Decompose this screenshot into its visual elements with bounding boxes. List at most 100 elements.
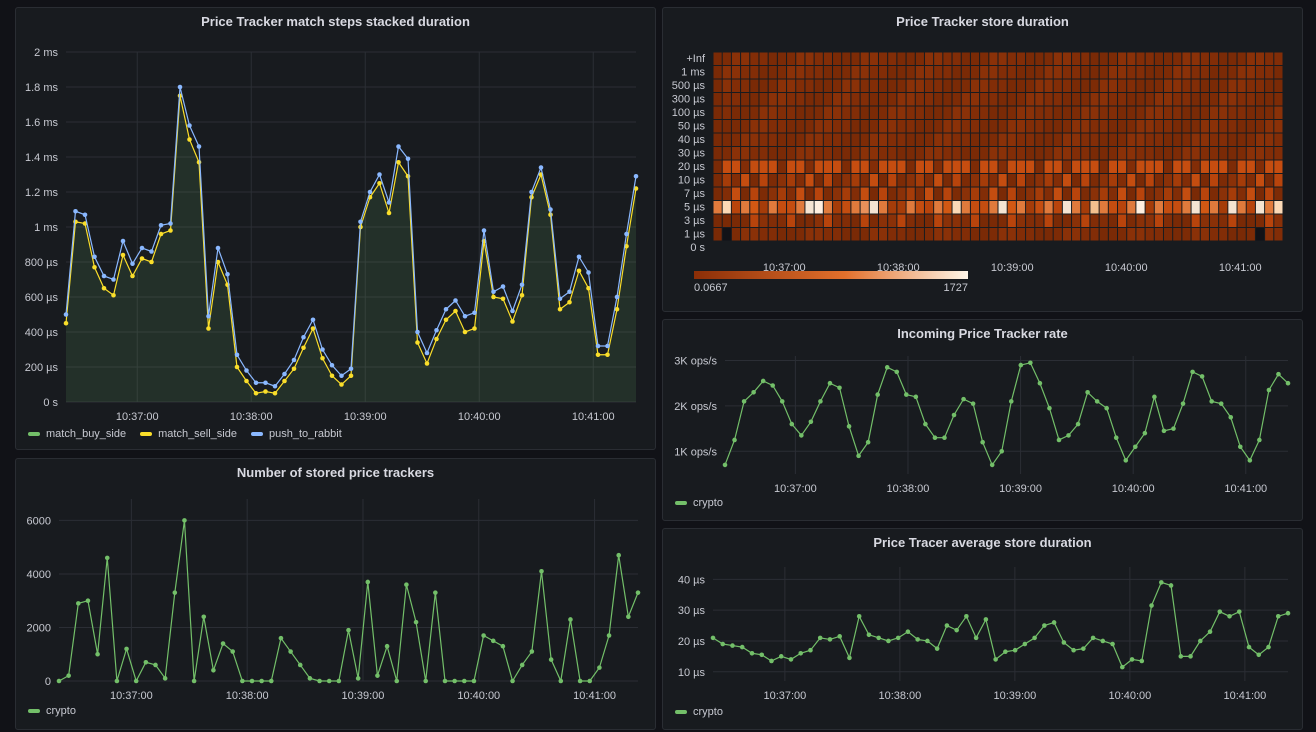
heatmap-cell	[989, 93, 998, 106]
heatmap-cell	[1145, 52, 1154, 65]
heatmap-cell	[915, 187, 924, 200]
heatmap-cell	[1145, 201, 1154, 214]
push-to-rabbit-point	[519, 282, 525, 288]
push-to-rabbit-point	[500, 284, 506, 289]
legend-item-crypto[interactable]: crypto	[28, 705, 76, 717]
legend-item-match-buy-side[interactable]: match_buy_side	[28, 428, 126, 440]
heatmap-cell	[777, 214, 787, 227]
legend-item-crypto[interactable]: crypto	[675, 497, 723, 509]
heatmap-cell	[1026, 106, 1035, 119]
heatmap-cell	[1090, 160, 1099, 173]
heatmap-cell	[722, 52, 731, 65]
heatmap-cell	[915, 79, 924, 92]
heatmap-bucket-label: 7 µs	[684, 188, 706, 200]
heatmap-cell	[1255, 214, 1265, 227]
match-sell-side-point	[253, 390, 259, 396]
heatmap-cell	[1200, 147, 1209, 160]
heatmap-cell	[1099, 214, 1108, 227]
crypto-point	[856, 613, 862, 619]
match-sell-side-point	[386, 210, 392, 216]
heatmap-cell	[1035, 147, 1044, 160]
crypto-point	[1207, 629, 1213, 635]
heatmap-cell	[869, 106, 878, 119]
heatmap-cell	[952, 147, 961, 160]
heatmap-bucket-label: 300 µs	[672, 94, 706, 106]
heatmap-cell	[1154, 93, 1163, 106]
heatmap-cell	[1053, 79, 1062, 92]
legend-item-crypto[interactable]: crypto	[675, 706, 723, 718]
crypto-point	[133, 678, 139, 684]
heatmap-cell	[1200, 66, 1209, 79]
heatmap-cell	[1062, 214, 1072, 227]
crypto-point	[993, 657, 998, 662]
match-steps-chart: 0 s 200 µs 400 µs 600 µs 800 µs 1 ms 1.2 ms 1.4…	[25, 47, 639, 423]
legend-item-match-sell-side[interactable]: match_sell_side	[140, 428, 237, 440]
push-to-rabbit-point	[567, 289, 572, 295]
heatmap-cell	[1127, 214, 1136, 227]
heatmap-cell	[833, 133, 842, 146]
heatmap-cell	[1090, 147, 1099, 160]
crypto-point	[789, 421, 795, 427]
heatmap-cell	[759, 52, 768, 65]
legend-item-push-to-rabbit[interactable]: push_to_rabbit	[250, 428, 342, 440]
heatmap-cell	[1099, 187, 1108, 200]
push-to-rabbit-point	[120, 238, 126, 244]
heatmap-cell	[823, 174, 833, 187]
heatmap-cell	[998, 160, 1007, 173]
heatmap-cell	[814, 93, 823, 106]
heatmap-cell	[842, 214, 851, 227]
crypto-point	[1129, 657, 1135, 662]
panel-stored-price-trackers[interactable]: Number of stored price trackers 0 2000 400…	[15, 458, 656, 730]
heatmap-cell	[934, 160, 943, 173]
y-tick-label: 200 µs	[25, 362, 59, 374]
match-sell-side-point	[310, 326, 316, 331]
heatmap-cell	[796, 133, 805, 146]
heatmap-cell	[1182, 174, 1191, 187]
crypto-point	[964, 613, 969, 619]
heatmap-cell	[722, 201, 731, 214]
match-sell-side-point	[272, 390, 278, 396]
match-sell-side-point	[101, 285, 107, 291]
heatmap-cell	[924, 147, 934, 160]
crypto-point	[1190, 369, 1195, 375]
panel-store-duration-heatmap[interactable]: Price Tracker store duration +Inf 1 ms 500…	[662, 7, 1303, 312]
heatmap-cell	[915, 120, 924, 133]
heatmap-cell	[970, 160, 980, 173]
heatmap-cell	[1265, 52, 1274, 65]
heatmap-cell	[934, 79, 943, 92]
heatmap-cell	[961, 120, 970, 133]
heatmap-cell	[998, 214, 1007, 227]
heatmap-cell	[989, 201, 998, 214]
heatmap-cell	[1081, 228, 1090, 241]
panel-average-store-duration[interactable]: Price Tracer average store duration 10 µ…	[662, 528, 1303, 730]
panel-match-steps[interactable]: Price Tracker match steps stacked durati…	[15, 7, 656, 450]
heatmap-cell	[833, 93, 842, 106]
heatmap-cell	[906, 201, 915, 214]
crypto-point	[1171, 426, 1176, 431]
heatmap-cell	[1099, 160, 1108, 173]
heatmap-cell	[787, 120, 796, 133]
legend: crypto	[675, 497, 723, 509]
crypto-point	[1285, 380, 1291, 386]
heatmap-cell	[860, 120, 869, 133]
panel-incoming-rate[interactable]: Incoming Price Tracker rate 1K ops/s 2K o…	[662, 319, 1303, 521]
heatmap-cell	[1274, 66, 1283, 79]
crypto-point	[143, 659, 149, 665]
heatmap-cell	[851, 120, 860, 133]
heatmap-cell	[878, 93, 888, 106]
crypto-point	[1276, 371, 1281, 377]
heatmap-cell	[1255, 66, 1265, 79]
heatmap-cell	[998, 187, 1007, 200]
heatmap-cell	[750, 201, 759, 214]
legend: crypto	[675, 706, 723, 718]
heatmap-cell	[1072, 93, 1081, 106]
heatmap-cell	[1053, 174, 1062, 187]
heatmap-cell	[796, 120, 805, 133]
legend-label: match_sell_side	[158, 428, 237, 440]
heatmap-cell	[989, 147, 998, 160]
heatmap-cell	[1173, 93, 1182, 106]
heatmap-cell	[970, 106, 980, 119]
heatmap-cell	[1016, 201, 1026, 214]
heatmap-cell	[842, 187, 851, 200]
x-tick-label: 10:40:00	[1112, 483, 1155, 495]
